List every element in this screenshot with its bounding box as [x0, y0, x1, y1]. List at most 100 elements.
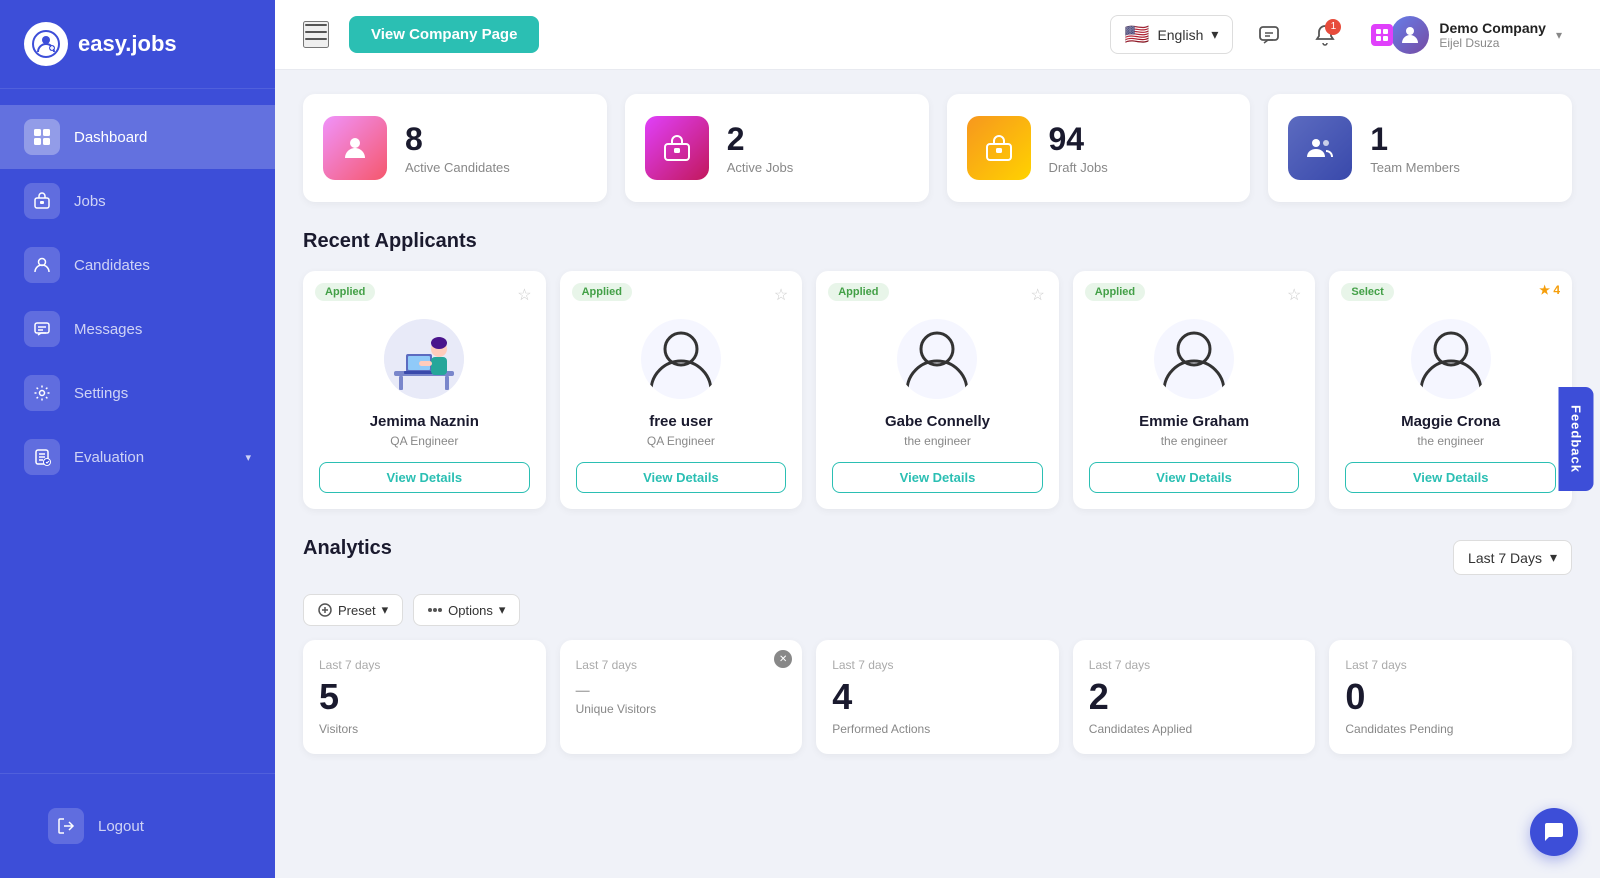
sidebar-item-messages[interactable]: Messages	[0, 297, 275, 361]
star-icon[interactable]: ☆	[774, 285, 788, 305]
analytics-card-candidates-pending: Last 7 days 0 Candidates Pending	[1329, 640, 1572, 754]
filter-label: Last 7 Days	[1468, 550, 1542, 566]
chevron-down-icon: ▾	[1211, 26, 1218, 43]
user-name: Demo Company	[1439, 20, 1546, 36]
stat-info: 1 Team Members	[1370, 121, 1460, 175]
flag-icon: 🇺🇸	[1125, 22, 1150, 47]
logout-button[interactable]: Logout	[24, 794, 251, 858]
notification-bell-button[interactable]: 1	[1305, 15, 1345, 55]
applicant-card-maggie: Select ★ 4 Maggie Crona the engineer Vie…	[1329, 271, 1572, 509]
analytics-header: Analytics Last 7 Days ▾	[303, 537, 1572, 578]
sidebar-item-evaluation[interactable]: Evaluation ▾	[0, 425, 275, 489]
chevron-down-icon: ▾	[245, 451, 251, 464]
analytics-card-performed-actions: Last 7 days 4 Performed Actions	[816, 640, 1059, 754]
dashboard-content: 8 Active Candidates 2 Active Jobs	[275, 70, 1600, 778]
sidebar-item-candidates[interactable]: Candidates	[0, 233, 275, 297]
analytics-value: 5	[319, 676, 530, 718]
candidates-icon	[24, 247, 60, 283]
user-chevron-icon: ▾	[1556, 28, 1562, 42]
sidebar-item-jobs[interactable]: Jobs	[0, 169, 275, 233]
messages-icon	[24, 311, 60, 347]
options-button[interactable]: Options ▾	[413, 594, 520, 626]
logo-area: easy.jobs	[0, 0, 275, 89]
menu-toggle-button[interactable]	[303, 21, 329, 48]
sidebar-item-label: Messages	[74, 321, 142, 338]
analytics-sublabel: Candidates Pending	[1345, 722, 1556, 736]
filter-chevron-icon: ▾	[1550, 549, 1557, 566]
view-details-button-emmie[interactable]: View Details	[1089, 462, 1300, 493]
user-profile[interactable]: Demo Company Eijel Dsuza ▾	[1361, 10, 1572, 60]
view-details-button-free-user[interactable]: View Details	[576, 462, 787, 493]
analytics-value: —	[576, 682, 787, 698]
star-icon[interactable]: ☆	[1030, 285, 1044, 305]
stat-info: 2 Active Jobs	[727, 121, 793, 175]
stat-value: 8	[405, 121, 510, 158]
applicant-name: Maggie Crona	[1345, 413, 1556, 430]
stat-label: Draft Jobs	[1049, 160, 1108, 175]
recent-applicants-title: Recent Applicants	[303, 230, 1572, 253]
applicant-name: Emmie Graham	[1089, 413, 1300, 430]
stat-value: 2	[727, 121, 793, 158]
analytics-sublabel: Visitors	[319, 722, 530, 736]
chat-bubble-button[interactable]	[1530, 808, 1578, 856]
evaluation-icon	[24, 439, 60, 475]
view-details-button-gabe[interactable]: View Details	[832, 462, 1043, 493]
applicant-card-gabe: Applied ☆ Gabe Connelly the engineer Vie…	[816, 271, 1059, 509]
main-content: View Company Page 🇺🇸 English ▾ 1	[275, 0, 1600, 878]
active-jobs-icon	[645, 116, 709, 180]
stat-card-active-jobs: 2 Active Jobs	[625, 94, 929, 202]
stat-label: Active Jobs	[727, 160, 793, 175]
header: View Company Page 🇺🇸 English ▾ 1	[275, 0, 1600, 70]
language-selector[interactable]: 🇺🇸 English ▾	[1110, 15, 1234, 54]
feedback-button[interactable]: Feedback	[1559, 387, 1594, 491]
view-details-button-jemima[interactable]: View Details	[319, 462, 530, 493]
applicant-name: Gabe Connelly	[832, 413, 1043, 430]
applicant-card-jemima: Applied ☆	[303, 271, 546, 509]
applicant-role: the engineer	[1089, 434, 1300, 448]
analytics-period: Last 7 days	[576, 658, 787, 672]
view-details-button-maggie[interactable]: View Details	[1345, 462, 1556, 493]
close-icon[interactable]: ✕	[774, 650, 792, 668]
applicant-avatar	[897, 319, 977, 399]
language-label: English	[1157, 27, 1203, 43]
notification-badge: 1	[1325, 19, 1341, 35]
applicant-avatar	[1411, 319, 1491, 399]
options-chevron-icon: ▾	[499, 602, 506, 618]
preset-button[interactable]: Preset ▾	[303, 594, 403, 626]
analytics-card-candidates-applied: Last 7 days 2 Candidates Applied	[1073, 640, 1316, 754]
analytics-card-unique-visitors: ✕ Last 7 days — Unique Visitors	[560, 640, 803, 754]
analytics-value: 2	[1089, 676, 1300, 718]
applicants-grid: Applied ☆	[303, 271, 1572, 509]
applicant-card-free-user: Applied ☆ free user QA Engineer View Det…	[560, 271, 803, 509]
sidebar-item-dashboard[interactable]: Dashboard	[0, 105, 275, 169]
stat-value: 1	[1370, 121, 1460, 158]
select-badge: Select	[1341, 283, 1393, 301]
user-avatar	[1391, 16, 1429, 54]
chat-icon-button[interactable]	[1249, 15, 1289, 55]
view-company-button[interactable]: View Company Page	[349, 16, 539, 53]
analytics-period: Last 7 days	[832, 658, 1043, 672]
analytics-value: 4	[832, 676, 1043, 718]
stat-card-team-members: 1 Team Members	[1268, 94, 1572, 202]
logo-text: easy.jobs	[78, 31, 177, 57]
sidebar-item-label: Jobs	[74, 193, 106, 210]
sidebar-item-settings[interactable]: Settings	[0, 361, 275, 425]
applicant-avatar	[384, 319, 464, 399]
analytics-filter-button[interactable]: Last 7 Days ▾	[1453, 540, 1572, 575]
analytics-sublabel: Performed Actions	[832, 722, 1043, 736]
star-icon[interactable]: ☆	[517, 285, 531, 305]
applicant-avatar	[1154, 319, 1234, 399]
dashboard-icon	[24, 119, 60, 155]
star-count: ★ 4	[1539, 283, 1560, 297]
applicant-role: QA Engineer	[319, 434, 530, 448]
applicant-name: Jemima Naznin	[319, 413, 530, 430]
applicant-role: QA Engineer	[576, 434, 787, 448]
active-candidates-icon	[323, 116, 387, 180]
draft-jobs-icon	[967, 116, 1031, 180]
stat-label: Active Candidates	[405, 160, 510, 175]
sidebar-item-label: Evaluation	[74, 449, 144, 466]
star-icon[interactable]: ☆	[1287, 285, 1301, 305]
applicant-avatar	[641, 319, 721, 399]
applicant-name: free user	[576, 413, 787, 430]
stat-card-draft-jobs: 94 Draft Jobs	[947, 94, 1251, 202]
